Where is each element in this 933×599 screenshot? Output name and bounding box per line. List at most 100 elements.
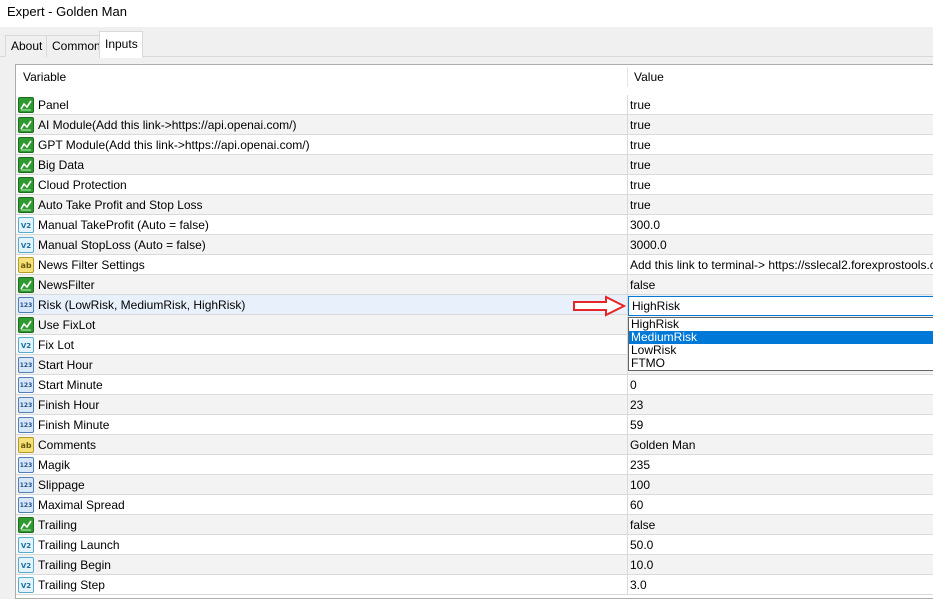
integer-param-icon: 123 bbox=[18, 417, 34, 433]
double-param-icon: V2 bbox=[18, 537, 34, 553]
column-header-value[interactable]: Value bbox=[634, 65, 664, 89]
table-row[interactable]: ab News Filter Settings Add this link to … bbox=[16, 255, 933, 275]
table-row[interactable]: 123 Magik 235 bbox=[16, 455, 933, 475]
table-row[interactable]: 123 Maximal Spread 60 bbox=[16, 495, 933, 515]
column-separator bbox=[627, 95, 628, 115]
double-param-icon: V2 bbox=[18, 557, 34, 573]
row-value[interactable]: true bbox=[630, 175, 651, 195]
column-separator bbox=[627, 235, 628, 255]
table-row[interactable]: V2 Trailing Step 3.0 bbox=[16, 575, 933, 595]
row-value[interactable]: 50.0 bbox=[630, 535, 653, 555]
column-separator bbox=[627, 395, 628, 415]
table-row[interactable]: 123 Start Minute 0 bbox=[16, 375, 933, 395]
row-value[interactable]: true bbox=[630, 115, 651, 135]
row-value[interactable]: Add this link to terminal-> https://ssle… bbox=[630, 255, 933, 275]
column-separator bbox=[627, 115, 628, 135]
column-separator bbox=[627, 255, 628, 275]
integer-param-icon: 123 bbox=[18, 477, 34, 493]
row-value[interactable]: true bbox=[630, 155, 651, 175]
row-value[interactable]: true bbox=[630, 195, 651, 215]
table-row[interactable]: V2 Manual StopLoss (Auto = false) 3000.0 bbox=[16, 235, 933, 255]
row-variable-name: News Filter Settings bbox=[38, 258, 145, 272]
row-value[interactable]: true bbox=[630, 135, 651, 155]
table-row[interactable]: Trailing false bbox=[16, 515, 933, 535]
double-param-icon: V2 bbox=[18, 337, 34, 353]
table-row[interactable]: 123 Finish Hour 23 bbox=[16, 395, 933, 415]
column-separator bbox=[627, 575, 628, 595]
row-value[interactable]: 59 bbox=[630, 415, 643, 435]
row-value[interactable]: 235 bbox=[630, 455, 650, 475]
table-row[interactable]: 123 Finish Minute 59 bbox=[16, 415, 933, 435]
row-variable-name: Auto Take Profit and Stop Loss bbox=[38, 198, 203, 212]
row-value[interactable]: 10.0 bbox=[630, 555, 653, 575]
row-variable-name: Comments bbox=[38, 438, 97, 452]
tab-common[interactable]: Common bbox=[46, 35, 101, 57]
string-param-icon: ab bbox=[18, 257, 34, 273]
row-value[interactable]: 60 bbox=[630, 495, 643, 515]
bool-param-icon bbox=[18, 277, 34, 293]
row-value[interactable]: Golden Man bbox=[630, 435, 695, 455]
integer-param-icon: 123 bbox=[18, 497, 34, 513]
column-header-variable[interactable]: Variable bbox=[23, 65, 66, 89]
row-variable-name: Risk (LowRisk, MediumRisk, HighRisk) bbox=[38, 298, 246, 312]
bool-param-icon bbox=[18, 177, 34, 193]
row-value[interactable]: 0 bbox=[630, 375, 637, 395]
row-variable-name: Cloud Protection bbox=[38, 178, 127, 192]
inputs-list[interactable]: Variable Value Panel true AI Module(Add th… bbox=[15, 64, 933, 599]
bool-param-icon bbox=[18, 117, 34, 133]
table-row[interactable]: 123 Slippage 100 bbox=[16, 475, 933, 495]
red-arrow-annotation bbox=[573, 295, 627, 317]
row-variable-name: Finish Hour bbox=[38, 398, 100, 412]
row-value[interactable]: 3.0 bbox=[630, 575, 647, 595]
risk-combo-box[interactable]: HighRisk bbox=[628, 296, 933, 316]
row-variable-name: Use FixLot bbox=[38, 318, 96, 332]
column-separator bbox=[627, 555, 628, 575]
table-row[interactable]: V2 Trailing Launch 50.0 bbox=[16, 535, 933, 555]
row-value[interactable]: false bbox=[630, 275, 655, 295]
double-param-icon: V2 bbox=[18, 577, 34, 593]
column-divider[interactable] bbox=[627, 67, 628, 87]
table-row[interactable]: GPT Module(Add this link->https://api.op… bbox=[16, 135, 933, 155]
row-value[interactable]: true bbox=[630, 95, 651, 115]
row-value[interactable]: 23 bbox=[630, 395, 643, 415]
bool-param-icon bbox=[18, 317, 34, 333]
row-variable-name: AI Module(Add this link->https://api.ope… bbox=[38, 118, 297, 132]
list-header: Variable Value bbox=[16, 65, 933, 89]
table-row[interactable]: AI Module(Add this link->https://api.ope… bbox=[16, 115, 933, 135]
table-row[interactable]: Auto Take Profit and Stop Loss true bbox=[16, 195, 933, 215]
row-value[interactable]: 300.0 bbox=[630, 215, 660, 235]
table-row[interactable]: Cloud Protection true bbox=[16, 175, 933, 195]
table-row[interactable]: Panel true bbox=[16, 95, 933, 115]
table-row[interactable]: V2 Trailing Begin 10.0 bbox=[16, 555, 933, 575]
risk-option[interactable]: FTMO bbox=[629, 357, 933, 370]
risk-dropdown-list[interactable]: HighRisk MediumRisk LowRisk FTMO bbox=[628, 317, 933, 371]
window-titlebar: Expert - Golden Man bbox=[0, 0, 933, 27]
risk-option[interactable]: LowRisk bbox=[629, 344, 933, 357]
row-value[interactable]: 100 bbox=[630, 475, 650, 495]
table-row[interactable]: Big Data true bbox=[16, 155, 933, 175]
table-row[interactable]: NewsFilter false bbox=[16, 275, 933, 295]
row-value[interactable]: 3000.0 bbox=[630, 235, 667, 255]
row-variable-name: NewsFilter bbox=[38, 278, 95, 292]
window-title: Expert - Golden Man bbox=[7, 4, 127, 19]
integer-param-icon: 123 bbox=[18, 297, 34, 313]
row-variable-name: Trailing bbox=[38, 518, 77, 532]
column-separator bbox=[627, 135, 628, 155]
tab-inputs[interactable]: Inputs bbox=[99, 31, 143, 58]
row-variable-name: Start Minute bbox=[38, 378, 103, 392]
table-row[interactable]: V2 Manual TakeProfit (Auto = false) 300.0 bbox=[16, 215, 933, 235]
string-param-icon: ab bbox=[18, 437, 34, 453]
bool-param-icon bbox=[18, 157, 34, 173]
bool-param-icon bbox=[18, 137, 34, 153]
table-row[interactable]: ab Comments Golden Man bbox=[16, 435, 933, 455]
inputs-panel: Variable Value Panel true AI Module(Add th… bbox=[0, 57, 933, 599]
column-separator bbox=[627, 215, 628, 235]
row-variable-name: GPT Module(Add this link->https://api.op… bbox=[38, 138, 310, 152]
row-value[interactable]: false bbox=[630, 515, 655, 535]
column-separator bbox=[627, 195, 628, 215]
tab-about[interactable]: About bbox=[5, 35, 47, 57]
row-variable-name: Trailing Begin bbox=[38, 558, 111, 572]
row-variable-name: Start Hour bbox=[38, 358, 93, 372]
integer-param-icon: 123 bbox=[18, 457, 34, 473]
row-variable-name: Manual StopLoss (Auto = false) bbox=[38, 238, 206, 252]
